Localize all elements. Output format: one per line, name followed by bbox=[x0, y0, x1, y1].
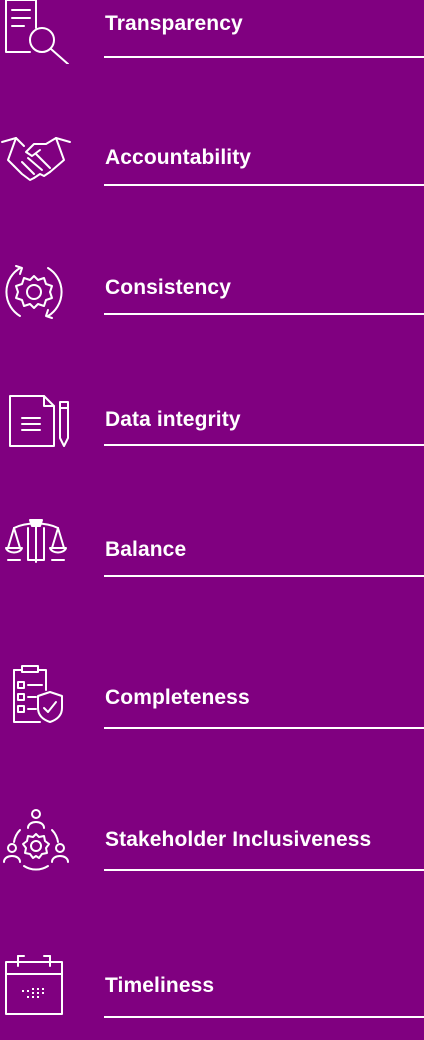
principle-label: Completeness bbox=[105, 686, 250, 709]
checklist-shield-icon bbox=[0, 656, 72, 728]
principle-item-stakeholder-inclusiveness: Stakeholder Inclusiveness bbox=[0, 809, 424, 890]
principle-label: Consistency bbox=[105, 276, 231, 299]
people-gear-icon bbox=[0, 806, 72, 878]
divider-line bbox=[104, 313, 424, 315]
document-pen-icon bbox=[0, 386, 72, 458]
principle-item-accountability: Accountability bbox=[0, 130, 424, 210]
principle-item-completeness: Completeness bbox=[0, 665, 424, 748]
principle-label: Stakeholder Inclusiveness bbox=[105, 828, 372, 851]
scales-icon bbox=[0, 508, 72, 580]
principle-item-data-integrity: Data integrity bbox=[0, 390, 424, 470]
divider-line bbox=[104, 1016, 424, 1018]
principle-item-consistency: Consistency bbox=[0, 260, 424, 340]
principle-label: Accountability bbox=[105, 146, 252, 169]
divider-line bbox=[104, 184, 424, 186]
divider-line bbox=[104, 869, 424, 871]
calendar-icon bbox=[0, 950, 72, 1022]
principle-label: Data integrity bbox=[105, 408, 241, 431]
principle-label: Balance bbox=[105, 538, 187, 561]
principle-item-balance: Balance bbox=[0, 519, 424, 600]
principle-item-transparency: Transparency bbox=[0, 0, 424, 80]
gear-cycle-icon bbox=[0, 258, 72, 330]
divider-line bbox=[104, 575, 424, 577]
divider-line bbox=[104, 727, 424, 729]
divider-line bbox=[104, 444, 424, 446]
principle-item-timeliness: Timeliness bbox=[0, 955, 424, 1040]
handshake-icon bbox=[0, 124, 72, 196]
divider-line bbox=[104, 56, 424, 58]
document-magnifier-icon bbox=[0, 0, 72, 64]
principle-label: Timeliness bbox=[105, 974, 215, 997]
principle-label: Transparency bbox=[105, 12, 243, 35]
